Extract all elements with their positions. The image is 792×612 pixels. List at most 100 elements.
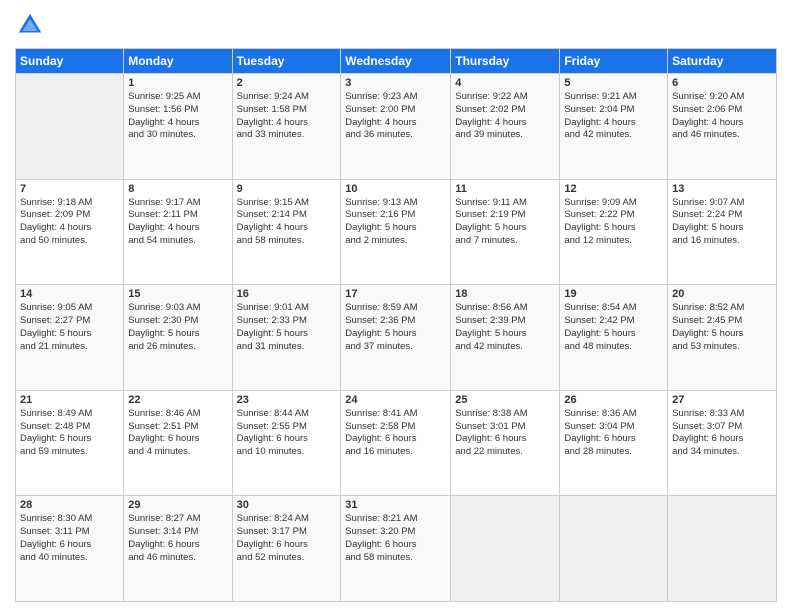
day-number: 28 xyxy=(20,499,119,511)
calendar-table: SundayMondayTuesdayWednesdayThursdayFrid… xyxy=(15,48,777,602)
day-info: Sunrise: 9:01 AM Sunset: 2:33 PM Dayligh… xyxy=(237,302,337,353)
day-info: Sunrise: 9:11 AM Sunset: 2:19 PM Dayligh… xyxy=(455,197,555,248)
day-info: Sunrise: 8:27 AM Sunset: 3:14 PM Dayligh… xyxy=(128,513,227,564)
day-cell: 17 Sunrise: 8:59 AM Sunset: 2:36 PM Dayli… xyxy=(341,285,451,391)
day-cell: 9 Sunrise: 9:15 AM Sunset: 2:14 PM Daylig… xyxy=(232,179,341,285)
day-info: Sunrise: 8:36 AM Sunset: 3:04 PM Dayligh… xyxy=(564,408,663,459)
day-number: 5 xyxy=(564,77,663,89)
day-number: 1 xyxy=(128,77,227,89)
day-cell: 21 Sunrise: 8:49 AM Sunset: 2:48 PM Dayli… xyxy=(16,390,124,496)
col-header-sunday: Sunday xyxy=(16,49,124,74)
day-cell: 20 Sunrise: 8:52 AM Sunset: 2:45 PM Dayli… xyxy=(668,285,777,391)
day-info: Sunrise: 9:15 AM Sunset: 2:14 PM Dayligh… xyxy=(237,197,337,248)
day-cell: 13 Sunrise: 9:07 AM Sunset: 2:24 PM Dayli… xyxy=(668,179,777,285)
day-cell: 31 Sunrise: 8:21 AM Sunset: 3:20 PM Dayli… xyxy=(341,496,451,602)
day-info: Sunrise: 9:09 AM Sunset: 2:22 PM Dayligh… xyxy=(564,197,663,248)
day-info: Sunrise: 8:44 AM Sunset: 2:55 PM Dayligh… xyxy=(237,408,337,459)
day-number: 8 xyxy=(128,183,227,195)
day-number: 7 xyxy=(20,183,119,195)
day-cell: 1 Sunrise: 9:25 AM Sunset: 1:56 PM Daylig… xyxy=(124,74,232,180)
day-number: 21 xyxy=(20,394,119,406)
day-cell xyxy=(16,74,124,180)
day-number: 2 xyxy=(237,77,337,89)
day-cell: 12 Sunrise: 9:09 AM Sunset: 2:22 PM Dayli… xyxy=(560,179,668,285)
day-info: Sunrise: 9:03 AM Sunset: 2:30 PM Dayligh… xyxy=(128,302,227,353)
day-number: 4 xyxy=(455,77,555,89)
day-cell xyxy=(451,496,560,602)
calendar-page: SundayMondayTuesdayWednesdayThursdayFrid… xyxy=(0,0,792,612)
day-info: Sunrise: 8:54 AM Sunset: 2:42 PM Dayligh… xyxy=(564,302,663,353)
col-header-friday: Friday xyxy=(560,49,668,74)
day-number: 25 xyxy=(455,394,555,406)
day-cell: 30Sunrise: 8:24 AM Sunset: 3:17 PM Dayli… xyxy=(232,496,341,602)
day-number: 30 xyxy=(237,499,337,511)
day-info: Sunrise: 9:23 AM Sunset: 2:00 PM Dayligh… xyxy=(345,91,446,142)
day-info: Sunrise: 9:24 AM Sunset: 1:58 PM Dayligh… xyxy=(237,91,337,142)
day-cell: 28 Sunrise: 8:30 AM Sunset: 3:11 PM Dayli… xyxy=(16,496,124,602)
col-header-monday: Monday xyxy=(124,49,232,74)
day-cell: 15 Sunrise: 9:03 AM Sunset: 2:30 PM Dayli… xyxy=(124,285,232,391)
day-number: 29 xyxy=(128,499,227,511)
day-number: 19 xyxy=(564,288,663,300)
week-row-1: 1 Sunrise: 9:25 AM Sunset: 1:56 PM Daylig… xyxy=(16,74,777,180)
day-number: 15 xyxy=(128,288,227,300)
day-info: Sunrise: 8:49 AM Sunset: 2:48 PM Dayligh… xyxy=(20,408,119,459)
day-info: Sunrise: 9:07 AM Sunset: 2:24 PM Dayligh… xyxy=(672,197,772,248)
day-cell: 2 Sunrise: 9:24 AM Sunset: 1:58 PM Daylig… xyxy=(232,74,341,180)
header-row: SundayMondayTuesdayWednesdayThursdayFrid… xyxy=(16,49,777,74)
col-header-thursday: Thursday xyxy=(451,49,560,74)
col-header-tuesday: Tuesday xyxy=(232,49,341,74)
week-row-3: 14 Sunrise: 9:05 AM Sunset: 2:27 PM Dayli… xyxy=(16,285,777,391)
day-cell: 3 Sunrise: 9:23 AM Sunset: 2:00 PM Daylig… xyxy=(341,74,451,180)
day-number: 23 xyxy=(237,394,337,406)
logo-icon xyxy=(15,10,45,40)
logo xyxy=(15,10,49,40)
day-number: 14 xyxy=(20,288,119,300)
day-info: Sunrise: 9:17 AM Sunset: 2:11 PM Dayligh… xyxy=(128,197,227,248)
day-number: 20 xyxy=(672,288,772,300)
day-info: Sunrise: 9:05 AM Sunset: 2:27 PM Dayligh… xyxy=(20,302,119,353)
day-cell: 16Sunrise: 9:01 AM Sunset: 2:33 PM Dayli… xyxy=(232,285,341,391)
day-cell: 26Sunrise: 8:36 AM Sunset: 3:04 PM Dayli… xyxy=(560,390,668,496)
day-info: Sunrise: 9:20 AM Sunset: 2:06 PM Dayligh… xyxy=(672,91,772,142)
day-number: 22 xyxy=(128,394,227,406)
day-info: Sunrise: 8:38 AM Sunset: 3:01 PM Dayligh… xyxy=(455,408,555,459)
header xyxy=(15,10,777,40)
day-cell: 14 Sunrise: 9:05 AM Sunset: 2:27 PM Dayli… xyxy=(16,285,124,391)
day-cell xyxy=(560,496,668,602)
day-number: 27 xyxy=(672,394,772,406)
day-cell: 19 Sunrise: 8:54 AM Sunset: 2:42 PM Dayli… xyxy=(560,285,668,391)
day-cell: 29 Sunrise: 8:27 AM Sunset: 3:14 PM Dayli… xyxy=(124,496,232,602)
day-number: 13 xyxy=(672,183,772,195)
day-number: 9 xyxy=(237,183,337,195)
week-row-5: 28 Sunrise: 8:30 AM Sunset: 3:11 PM Dayli… xyxy=(16,496,777,602)
day-info: Sunrise: 9:18 AM Sunset: 2:09 PM Dayligh… xyxy=(20,197,119,248)
day-cell: 10 Sunrise: 9:13 AM Sunset: 2:16 PM Dayli… xyxy=(341,179,451,285)
day-number: 17 xyxy=(345,288,446,300)
day-info: Sunrise: 9:21 AM Sunset: 2:04 PM Dayligh… xyxy=(564,91,663,142)
day-number: 12 xyxy=(564,183,663,195)
day-info: Sunrise: 9:25 AM Sunset: 1:56 PM Dayligh… xyxy=(128,91,227,142)
day-info: Sunrise: 9:13 AM Sunset: 2:16 PM Dayligh… xyxy=(345,197,446,248)
day-cell: 5 Sunrise: 9:21 AM Sunset: 2:04 PM Daylig… xyxy=(560,74,668,180)
day-info: Sunrise: 8:21 AM Sunset: 3:20 PM Dayligh… xyxy=(345,513,446,564)
day-info: Sunrise: 8:52 AM Sunset: 2:45 PM Dayligh… xyxy=(672,302,772,353)
col-header-wednesday: Wednesday xyxy=(341,49,451,74)
day-info: Sunrise: 8:41 AM Sunset: 2:58 PM Dayligh… xyxy=(345,408,446,459)
day-info: Sunrise: 8:30 AM Sunset: 3:11 PM Dayligh… xyxy=(20,513,119,564)
day-info: Sunrise: 9:22 AM Sunset: 2:02 PM Dayligh… xyxy=(455,91,555,142)
day-info: Sunrise: 8:59 AM Sunset: 2:36 PM Dayligh… xyxy=(345,302,446,353)
day-number: 3 xyxy=(345,77,446,89)
day-info: Sunrise: 8:56 AM Sunset: 2:39 PM Dayligh… xyxy=(455,302,555,353)
day-number: 18 xyxy=(455,288,555,300)
day-cell: 4 Sunrise: 9:22 AM Sunset: 2:02 PM Daylig… xyxy=(451,74,560,180)
day-cell: 11Sunrise: 9:11 AM Sunset: 2:19 PM Dayli… xyxy=(451,179,560,285)
col-header-saturday: Saturday xyxy=(668,49,777,74)
day-number: 31 xyxy=(345,499,446,511)
day-number: 10 xyxy=(345,183,446,195)
day-cell: 6 Sunrise: 9:20 AM Sunset: 2:06 PM Daylig… xyxy=(668,74,777,180)
day-cell: 27 Sunrise: 8:33 AM Sunset: 3:07 PM Dayli… xyxy=(668,390,777,496)
day-info: Sunrise: 8:33 AM Sunset: 3:07 PM Dayligh… xyxy=(672,408,772,459)
day-cell: 18 Sunrise: 8:56 AM Sunset: 2:39 PM Dayli… xyxy=(451,285,560,391)
day-number: 6 xyxy=(672,77,772,89)
